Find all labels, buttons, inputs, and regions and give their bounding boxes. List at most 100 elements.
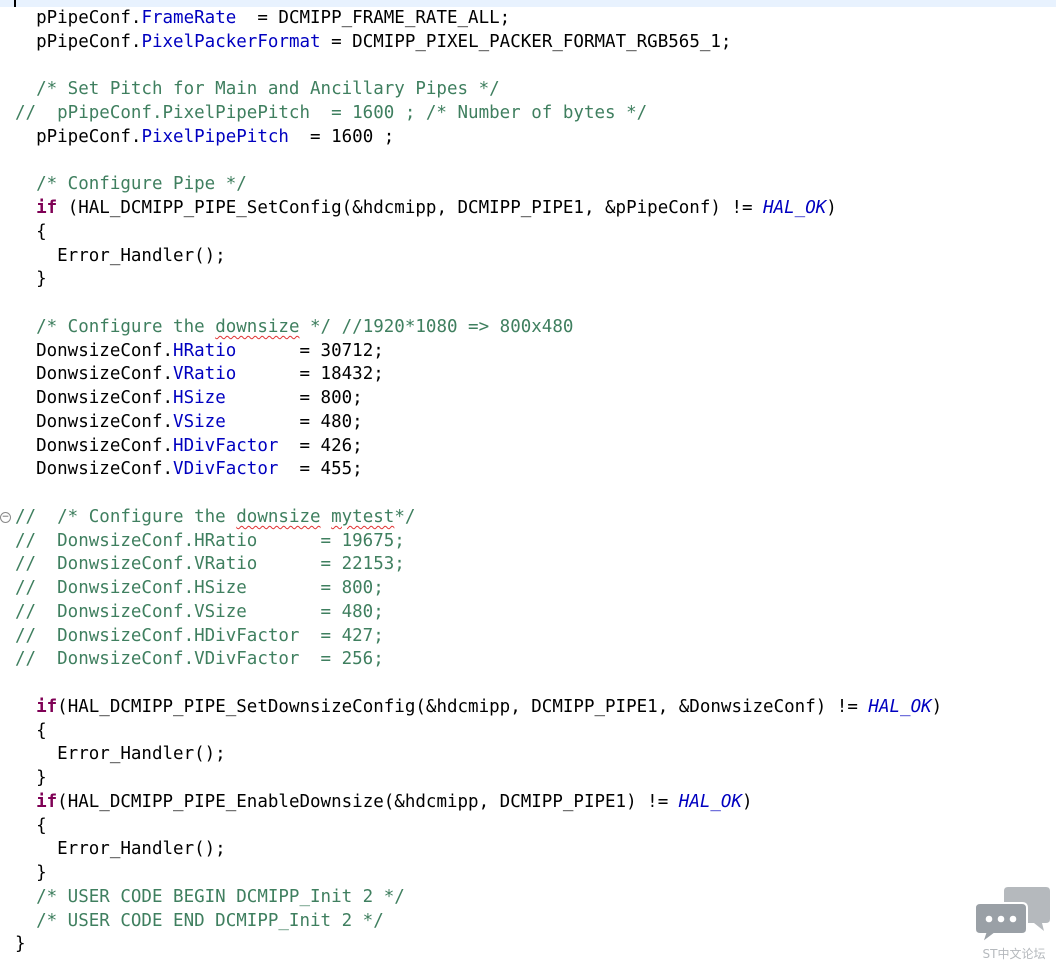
code-token: = 800; bbox=[225, 388, 363, 408]
code-line-text: { bbox=[15, 720, 47, 744]
code-token: downsize bbox=[215, 316, 300, 337]
code-line-text: /* Set Pitch for Main and Ancillary Pipe… bbox=[15, 78, 500, 102]
code-token: pPipeConf. bbox=[15, 8, 142, 28]
code-token: // DonwsizeConf.VDivFactor = 256; bbox=[15, 649, 384, 670]
code-line[interactable]: /* USER CODE BEGIN DCMIPP_Init 2 */ bbox=[0, 886, 1056, 910]
code-line[interactable]: { bbox=[0, 221, 1056, 245]
code-token: downsize bbox=[236, 506, 321, 527]
code-line-text: if(HAL_DCMIPP_PIPE_SetDownsizeConfig(&hd… bbox=[15, 696, 942, 720]
code-token: ) bbox=[826, 198, 837, 218]
code-line[interactable]: Error_Handler(); bbox=[0, 743, 1056, 767]
code-token: ) bbox=[931, 696, 943, 717]
code-line[interactable]: } bbox=[0, 767, 1056, 791]
code-line[interactable]: if(HAL_DCMIPP_PIPE_SetDownsizeConfig(&hd… bbox=[0, 696, 1056, 720]
code-token: DonwsizeConf. bbox=[15, 435, 174, 456]
code-token: PixelPackerFormat bbox=[141, 31, 321, 52]
code-token: // pPipeConf.PixelPipePitch = 1600 ; /* … bbox=[15, 103, 648, 123]
code-token: /* USER CODE BEGIN DCMIPP_Init 2 */ bbox=[15, 886, 405, 907]
code-line-text: // pPipeConf.PixelPipePitch = 1600 ; /* … bbox=[15, 102, 647, 126]
code-line[interactable]: /* Configure Pipe */ bbox=[0, 173, 1056, 197]
watermark: ST中文论坛 bbox=[972, 885, 1056, 965]
code-line[interactable]: pPipeConf.FrameRate = DCMIPP_FRAME_RATE_… bbox=[0, 7, 1056, 31]
code-token: // DonwsizeConf.VSize = 480; bbox=[15, 601, 384, 622]
code-line-text: pPipeConf.PixelPackerFormat = DCMIPP_PIX… bbox=[15, 31, 731, 55]
code-line[interactable]: if(HAL_DCMIPP_PIPE_EnableDownsize(&hdcmi… bbox=[0, 791, 1056, 815]
code-line[interactable]: DonwsizeConf.VDivFactor = 455; bbox=[0, 458, 1056, 482]
code-line[interactable]: DonwsizeConf.VRatio = 18432; bbox=[0, 363, 1056, 387]
code-line[interactable] bbox=[0, 482, 1056, 506]
code-line-text: /* Configure the downsize */ //1920*1080… bbox=[15, 316, 573, 340]
code-token: (HAL_DCMIPP_PIPE_SetConfig(&hdcmipp, DCM… bbox=[57, 198, 764, 218]
code-line[interactable]: } bbox=[0, 268, 1056, 292]
code-token: // DonwsizeConf.VRatio = 22153; bbox=[15, 554, 405, 575]
code-token: // /* Configure the bbox=[15, 506, 237, 527]
watermark-label: ST中文论坛 bbox=[982, 947, 1046, 961]
code-line[interactable]: // DonwsizeConf.HSize = 800; bbox=[0, 577, 1056, 601]
code-line-text: // DonwsizeConf.VSize = 480; bbox=[15, 601, 384, 625]
code-line-text: /* Configure Pipe */ bbox=[15, 173, 247, 197]
code-editor[interactable]: pPipeConf.FrameRate = DCMIPP_FRAME_RATE_… bbox=[0, 7, 1056, 957]
code-line[interactable]: // DonwsizeConf.VSize = 480; bbox=[0, 601, 1056, 625]
code-token: { bbox=[15, 815, 47, 836]
code-line[interactable]: DonwsizeConf.HRatio = 30712; bbox=[0, 340, 1056, 364]
code-line-text: // DonwsizeConf.HRatio = 19675; bbox=[15, 530, 405, 554]
code-line[interactable] bbox=[0, 150, 1056, 174]
code-token: pPipeConf. bbox=[15, 126, 142, 147]
code-token: = 18432; bbox=[236, 364, 384, 385]
code-line-text: DonwsizeConf.VRatio = 18432; bbox=[15, 363, 384, 387]
code-line[interactable]: pPipeConf.PixelPipePitch = 1600 ; bbox=[0, 126, 1056, 150]
code-line[interactable]: DonwsizeConf.HDivFactor = 426; bbox=[0, 435, 1056, 459]
code-line[interactable]: // DonwsizeConf.VDivFactor = 256; bbox=[0, 648, 1056, 672]
code-token: } bbox=[15, 863, 47, 883]
code-line[interactable]: // pPipeConf.PixelPipePitch = 1600 ; /* … bbox=[0, 102, 1056, 126]
code-line-text: DonwsizeConf.HRatio = 30712; bbox=[15, 340, 384, 364]
code-line[interactable]: // DonwsizeConf.VRatio = 22153; bbox=[0, 553, 1056, 577]
code-token: HAL_OK bbox=[678, 791, 742, 812]
code-token: = 426; bbox=[278, 435, 363, 456]
code-token: DonwsizeConf. bbox=[15, 388, 174, 408]
code-line[interactable]: } bbox=[0, 933, 1056, 957]
code-line[interactable]: if (HAL_DCMIPP_PIPE_SetConfig(&hdcmipp, … bbox=[0, 197, 1056, 221]
code-line[interactable]: pPipeConf.PixelPackerFormat = DCMIPP_PIX… bbox=[0, 31, 1056, 55]
code-token: DonwsizeConf. bbox=[15, 364, 174, 385]
code-token: HAL_OK bbox=[763, 198, 827, 218]
code-line-text: DonwsizeConf.VSize = 480; bbox=[15, 411, 363, 435]
code-token: */ //1920*1080 => 800x480 bbox=[299, 316, 574, 337]
code-token: DonwsizeConf. bbox=[15, 459, 174, 480]
code-line[interactable]: // /* Configure the downsize mytest*/− bbox=[0, 506, 1056, 530]
code-line[interactable]: /* USER CODE END DCMIPP_Init 2 */ bbox=[0, 910, 1056, 934]
code-line-text: // /* Configure the downsize mytest*/ bbox=[15, 506, 415, 530]
code-token: HSize bbox=[173, 388, 226, 408]
code-token: */ bbox=[394, 506, 416, 527]
code-token: VRatio bbox=[173, 364, 237, 385]
code-line[interactable]: { bbox=[0, 815, 1056, 839]
code-line[interactable]: { bbox=[0, 720, 1056, 744]
code-token: { bbox=[15, 720, 47, 741]
code-line[interactable]: /* Set Pitch for Main and Ancillary Pipe… bbox=[0, 78, 1056, 102]
code-line[interactable]: DonwsizeConf.HSize = 800; bbox=[0, 387, 1056, 411]
code-token: // DonwsizeConf.HRatio = 19675; bbox=[15, 530, 405, 551]
code-line-text: Error_Handler(); bbox=[15, 743, 226, 767]
code-line-text: pPipeConf.FrameRate = DCMIPP_FRAME_RATE_… bbox=[15, 7, 510, 31]
code-line[interactable] bbox=[0, 672, 1056, 696]
code-line[interactable]: Error_Handler(); bbox=[0, 245, 1056, 269]
code-token: = DCMIPP_PIXEL_PACKER_FORMAT_RGB565_1; bbox=[320, 31, 732, 52]
code-token: = 1600 ; bbox=[288, 126, 395, 147]
code-line[interactable]: Error_Handler(); bbox=[0, 838, 1056, 862]
code-line[interactable]: DonwsizeConf.VSize = 480; bbox=[0, 411, 1056, 435]
code-token: VDivFactor bbox=[173, 459, 279, 480]
collapse-minus-icon[interactable]: − bbox=[0, 511, 11, 523]
code-line[interactable]: } bbox=[0, 862, 1056, 886]
code-line-text: // DonwsizeConf.VDivFactor = 256; bbox=[15, 648, 384, 672]
code-line[interactable] bbox=[0, 55, 1056, 79]
code-line-text: } bbox=[15, 268, 47, 292]
code-line[interactable] bbox=[0, 292, 1056, 316]
code-line-text: Error_Handler(); bbox=[15, 838, 226, 862]
code-line[interactable]: /* Configure the downsize */ //1920*1080… bbox=[0, 316, 1056, 340]
code-token: { bbox=[15, 221, 47, 242]
code-line-text: if(HAL_DCMIPP_PIPE_EnableDownsize(&hdcmi… bbox=[15, 791, 752, 815]
chat-bubbles-icon bbox=[974, 887, 1050, 946]
code-line[interactable]: // DonwsizeConf.HDivFactor = 427; bbox=[0, 625, 1056, 649]
code-line-text: { bbox=[15, 815, 47, 839]
code-line[interactable]: // DonwsizeConf.HRatio = 19675; bbox=[0, 530, 1056, 554]
